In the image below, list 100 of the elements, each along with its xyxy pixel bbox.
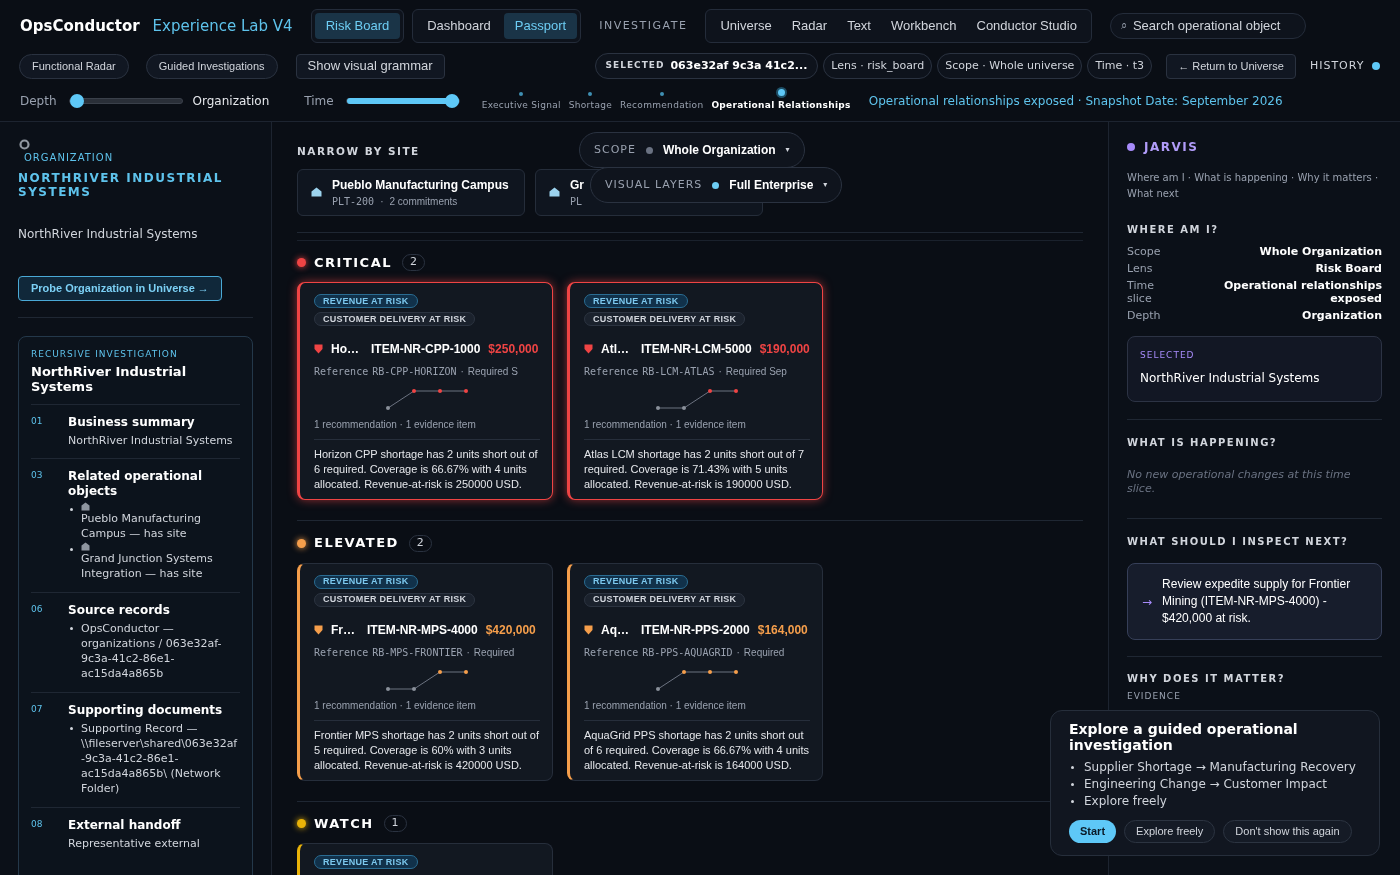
list-item-text: Grand Junction Systems Integration — has site bbox=[81, 550, 214, 581]
popup-button[interactable]: Explore freely bbox=[1124, 820, 1216, 843]
nav-tab[interactable]: Dashboard bbox=[416, 13, 502, 39]
timeline-step[interactable]: Operational Relationships bbox=[711, 98, 851, 113]
risk-card[interactable]: REVENUE AT RISK bbox=[297, 843, 553, 875]
timeline-step[interactable]: Executive Signal bbox=[481, 98, 561, 113]
section-number: 01 bbox=[31, 414, 44, 428]
search-field[interactable]: ⌕ Search operational object bbox=[1109, 13, 1306, 39]
fact-key: Time slice bbox=[1127, 279, 1166, 305]
site-code: PL bbox=[570, 194, 583, 209]
risk-card[interactable] bbox=[297, 282, 553, 501]
shield-icon bbox=[584, 624, 593, 635]
fact-key: Depth bbox=[1127, 309, 1167, 322]
slider-thumb[interactable] bbox=[69, 93, 84, 108]
nav-tab[interactable]: Universe bbox=[712, 13, 780, 39]
popup-button[interactable]: Start bbox=[1069, 820, 1117, 843]
card-value: NorthRiver Industrial Systems bbox=[1140, 369, 1321, 387]
risk-tag: REVENUE AT RISK bbox=[584, 574, 688, 589]
dropdown[interactable]: SCOPE Whole Organization ▾ bbox=[579, 132, 805, 168]
nav-tab[interactable]: Radar bbox=[783, 13, 836, 39]
section-title: Supporting documents bbox=[68, 702, 224, 718]
list-item-text: Pueblo Manufacturing Campus — has site bbox=[81, 510, 203, 541]
popup-button[interactable]: Don't show this again bbox=[1223, 820, 1352, 843]
assistant-subtitle: Where am I · What is happening · Why it matters · What next bbox=[1127, 171, 1380, 201]
section-label: WHAT SHOULD I INSPECT NEXT? bbox=[1127, 535, 1350, 549]
section-text: Representative external bbox=[68, 835, 201, 851]
section-title: External handoff bbox=[68, 817, 182, 833]
risk-tag: REVENUE AT RISK bbox=[314, 294, 418, 309]
reference-code: RB-CPP-HORIZON bbox=[372, 365, 457, 380]
bullet-icon bbox=[70, 507, 73, 511]
risk-summary: Atlas LCM shortage has 2 units short out of 7 required. Coverage is 71.43% with 5 units allocated. Revenue-at-risk is 190000 USD. bbox=[584, 439, 810, 493]
item-id: ITEM-NR-PPS-2000 bbox=[641, 621, 750, 639]
section-title: Business summary bbox=[68, 414, 196, 430]
card-label: SELECTED bbox=[1140, 349, 1196, 362]
evidence-label: EVIDENCE bbox=[1127, 691, 1182, 701]
site-name: Gr bbox=[570, 176, 584, 194]
reference-code: RB-LCM-ATLAS bbox=[642, 365, 715, 380]
timeline-step[interactable]: Recommendation bbox=[620, 98, 704, 113]
brand-name: OpsConductor bbox=[20, 15, 140, 37]
section-number: 03 bbox=[31, 468, 44, 482]
risk-card[interactable] bbox=[297, 562, 553, 781]
house-icon bbox=[81, 501, 90, 511]
filter-chip[interactable]: Functional Radar bbox=[19, 53, 129, 79]
risk-tag: REVENUE AT RISK bbox=[314, 574, 418, 589]
entity-name: NorthRiver Industrial Systems bbox=[18, 226, 199, 243]
evidence-count: 1 recommendation · 1 evidence item bbox=[584, 698, 747, 713]
risk-summary: Horizon CPP shortage has 2 units short out of 6 required. Coverage is 66.67% with 4 units allocated. Revenue-at-risk is 250000 USD. bbox=[314, 439, 540, 493]
risk-amount: $250,000 bbox=[488, 341, 539, 359]
risk-amount: $420,000 bbox=[485, 621, 536, 639]
context-chip: Time · t3 bbox=[1087, 53, 1153, 79]
risk-card[interactable] bbox=[567, 282, 823, 501]
house-icon bbox=[311, 187, 322, 198]
nav-tab[interactable]: Risk Board bbox=[314, 13, 401, 39]
severity-title: ELEVATED bbox=[314, 534, 399, 553]
risk-summary: AquaGrid PPS shortage has 2 units short out of 6 required. Coverage is 66.67% with 4 units allocated. Revenue-at-risk is 164000 USD. bbox=[584, 719, 810, 773]
bullet-icon bbox=[70, 626, 73, 630]
nav-tab[interactable]: Conductor Studio bbox=[968, 13, 1085, 39]
filter-chip[interactable]: Guided Investigations bbox=[145, 53, 278, 79]
section-label: NARROW BY SITE bbox=[297, 144, 420, 159]
section-label: WHY DOES IT MATTER? bbox=[1127, 672, 1287, 686]
recommendation-card[interactable]: → Review expedite supply for Frontier Mining (ITEM-NR-MPS-4000) - $420,000 at risk. bbox=[1127, 563, 1382, 640]
timeline-step[interactable]: Shortage bbox=[568, 98, 613, 113]
risk-card[interactable] bbox=[567, 562, 823, 781]
arrow-icon: → bbox=[1142, 592, 1153, 611]
chip-value: 063e32af 9c3a 41c2... bbox=[670, 57, 808, 74]
shield-icon bbox=[314, 624, 323, 635]
site-code: PLT-200 bbox=[332, 194, 375, 209]
risk-tag: REVENUE AT RISK bbox=[314, 855, 418, 870]
risk-summary: Frontier MPS shortage has 2 units short out of 5 required. Coverage is 60% with 3 units allocated. Revenue-at-risk is 420000 USD. bbox=[314, 719, 540, 773]
reference-label: Reference bbox=[314, 365, 369, 380]
site-card[interactable]: Pueblo Manufacturing Campus PLT-200 · 2 commitments bbox=[297, 168, 525, 216]
popup-title: Explore a guided operational investigation bbox=[1069, 721, 1299, 753]
reference-code: RB-MPS-FRONTIER bbox=[372, 645, 463, 660]
bullet-icon bbox=[70, 547, 73, 551]
nav-tab[interactable]: Passport bbox=[503, 13, 578, 39]
risk-tag: REVENUE AT RISK bbox=[584, 294, 688, 309]
probe-button[interactable]: Probe Organization in Universe → bbox=[18, 276, 222, 301]
grammar-button[interactable]: Show visual grammar bbox=[295, 53, 445, 79]
list-item-text: Explore freely bbox=[1084, 793, 1167, 810]
list-item-text: Supplier Shortage → Manufacturing Recovery bbox=[1084, 759, 1356, 776]
ring-icon bbox=[19, 139, 30, 150]
section-number: 07 bbox=[31, 702, 44, 716]
history-label: HISTORY bbox=[1309, 57, 1365, 74]
severity-title: WATCH bbox=[314, 814, 374, 833]
bullet-icon bbox=[70, 726, 73, 730]
reference-code: RB-PPS-AQUAGRID bbox=[642, 645, 733, 660]
list-item-text: OpsConductor — organizations / 063e32af-9c3a-41c2-86e1-ac15da4a865b bbox=[81, 620, 223, 681]
fact-key: Lens bbox=[1127, 262, 1167, 275]
separator-dot: · bbox=[718, 365, 722, 380]
risk-tag: CUSTOMER DELIVERY AT RISK bbox=[584, 592, 746, 607]
depth-value: Organization bbox=[192, 92, 270, 110]
return-button[interactable]: ← Return to Universe bbox=[1166, 53, 1296, 79]
panel-title: NorthRiver Industrial Systems bbox=[31, 363, 188, 394]
site-name: Pueblo Manufacturing Campus bbox=[332, 176, 509, 194]
dropdown[interactable]: VISUAL LAYERS Full Enterprise ▾ bbox=[590, 167, 843, 203]
nav-tab[interactable]: Workbench bbox=[883, 13, 965, 39]
evidence-count: 1 recommendation · 1 evidence item bbox=[314, 698, 477, 713]
context-chip: Scope · Whole universe bbox=[937, 53, 1083, 79]
nav-tab[interactable]: Text bbox=[839, 13, 879, 39]
slider-thumb[interactable] bbox=[444, 93, 459, 108]
